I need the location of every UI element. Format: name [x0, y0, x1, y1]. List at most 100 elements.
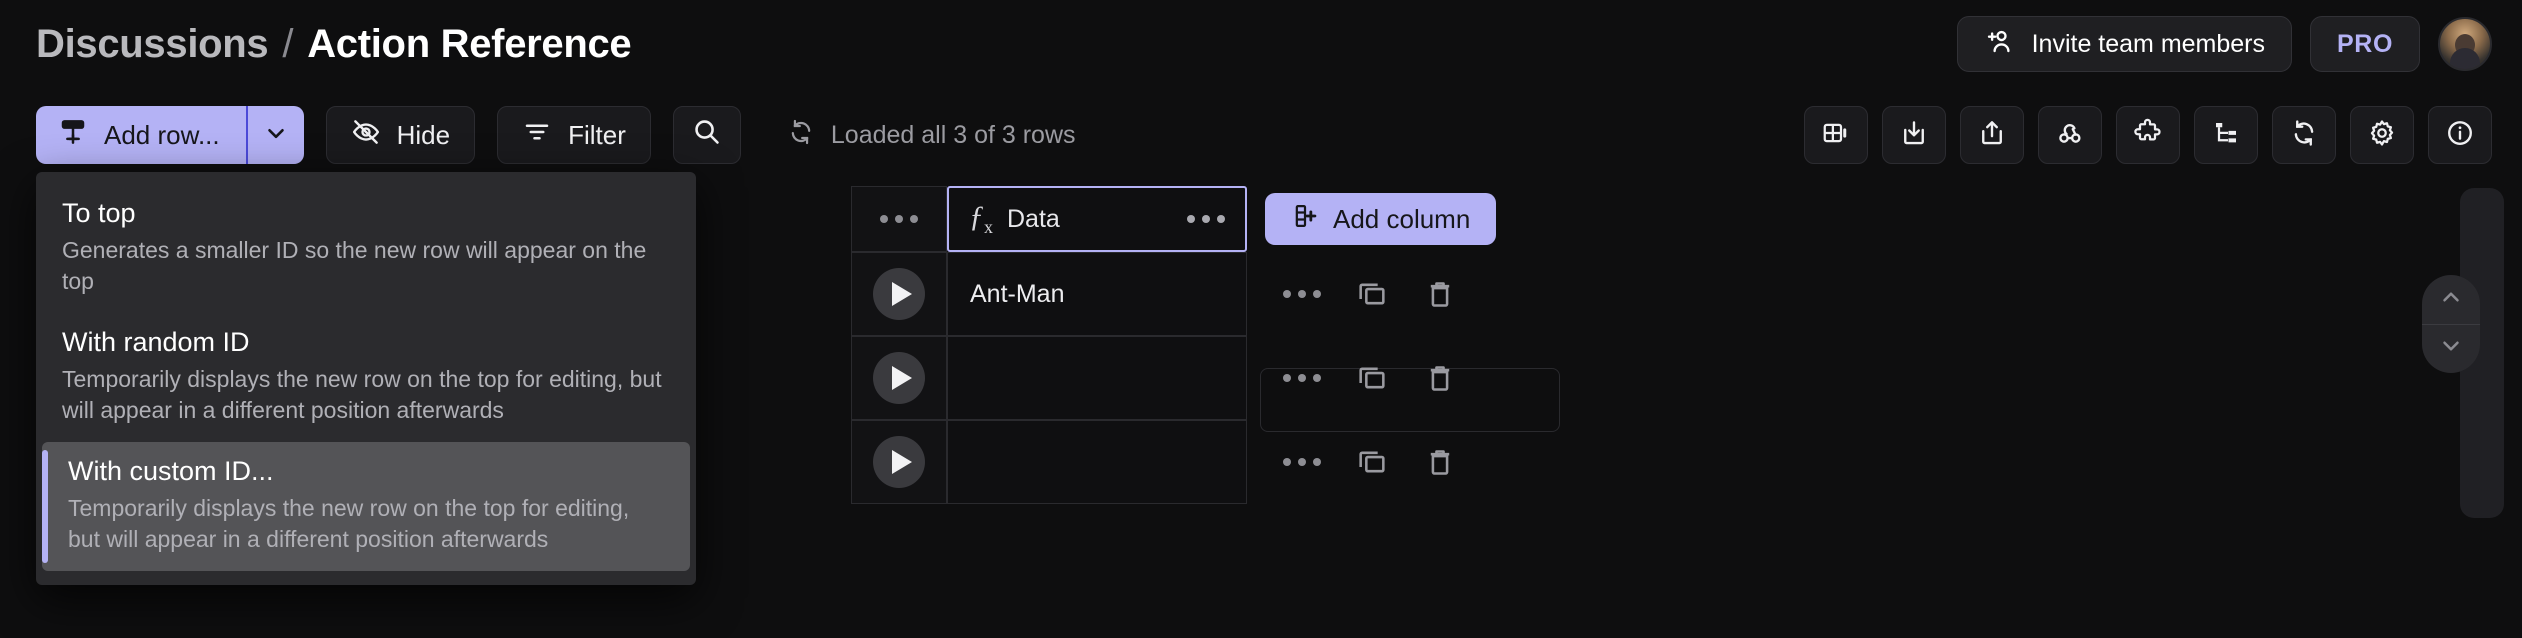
table-row: Ant-Man — [851, 252, 1496, 336]
duplicate-row-icon[interactable] — [1355, 277, 1389, 311]
breadcrumb-separator: / — [282, 22, 293, 67]
filter-label: Filter — [568, 120, 626, 151]
row-header-options-button[interactable] — [851, 186, 947, 252]
column-menu-icon[interactable] — [1187, 215, 1225, 223]
add-row-icon — [58, 117, 88, 154]
filter-button[interactable]: Filter — [497, 106, 651, 164]
gear-icon — [2367, 118, 2397, 153]
row-more-icon[interactable] — [1283, 458, 1321, 466]
duplicate-row-icon[interactable] — [1355, 361, 1389, 395]
play-button[interactable] — [873, 436, 925, 488]
loaded-status-label: Loaded all 3 of 3 rows — [831, 121, 1076, 150]
eye-off-icon — [351, 117, 381, 154]
delete-row-icon[interactable] — [1423, 277, 1457, 311]
menu-item-with-random-id[interactable]: With random ID Temporarily displays the … — [36, 313, 696, 442]
menu-item-description: Temporarily displays the new row on the … — [62, 364, 670, 426]
play-button[interactable] — [873, 352, 925, 404]
column-header-data[interactable]: ƒx Data — [947, 186, 1247, 252]
import-icon — [1899, 118, 1929, 153]
row-expand-cell — [851, 252, 947, 336]
avatar[interactable] — [2438, 17, 2492, 71]
table-row — [851, 420, 1496, 504]
add-column-button[interactable]: Add column — [1265, 193, 1496, 245]
breadcrumb: Discussions / Action Reference — [36, 22, 631, 67]
search-button[interactable] — [673, 106, 741, 164]
play-icon — [892, 366, 912, 390]
table-header-row: ƒx Data Add column — [851, 186, 1496, 252]
hierarchy-icon — [2211, 118, 2241, 153]
delete-row-icon[interactable] — [1423, 445, 1457, 479]
row-more-icon[interactable] — [1283, 290, 1321, 298]
add-person-icon — [1984, 26, 2014, 63]
import-icon-button[interactable] — [1882, 106, 1946, 164]
menu-item-to-top[interactable]: To top Generates a smaller ID so the new… — [36, 184, 696, 313]
sync-icon-button[interactable] — [2272, 106, 2336, 164]
info-icon — [2445, 118, 2475, 153]
info-icon-button[interactable] — [2428, 106, 2492, 164]
table-view-icon-button[interactable] — [1804, 106, 1868, 164]
add-row-group: Add row... — [36, 106, 304, 164]
scroll-down-button[interactable] — [2422, 324, 2480, 374]
add-row-label: Add row... — [104, 120, 220, 151]
menu-item-description: Generates a smaller ID so the new row wi… — [62, 235, 670, 297]
breadcrumb-current: Action Reference — [307, 22, 631, 67]
cell-data[interactable] — [947, 336, 1247, 420]
menu-item-title: With custom ID... — [68, 456, 664, 487]
formula-icon: ƒx — [969, 200, 993, 238]
add-column-icon — [1291, 202, 1319, 237]
refresh-status-icon — [787, 118, 815, 153]
menu-item-with-custom-id[interactable]: With custom ID... Temporarily displays t… — [42, 442, 690, 571]
row-actions — [1247, 252, 1457, 336]
app-root: Discussions / Action Reference Invite te… — [0, 0, 2522, 638]
row-expand-cell — [851, 420, 947, 504]
chevron-down-icon — [263, 120, 289, 151]
search-icon — [691, 116, 722, 154]
add-row-dropdown-menu: To top Generates a smaller ID so the new… — [36, 172, 696, 585]
ellipsis-icon — [880, 215, 918, 223]
pro-badge-button[interactable]: PRO — [2310, 16, 2420, 72]
header-actions: Invite team members PRO — [1957, 16, 2492, 72]
cell-data[interactable] — [947, 420, 1247, 504]
plugin-icon — [2133, 118, 2163, 153]
hide-button[interactable]: Hide — [326, 106, 475, 164]
duplicate-row-icon[interactable] — [1355, 445, 1389, 479]
table-grid: ƒx Data Add column — [851, 186, 1496, 504]
export-icon — [1977, 118, 2007, 153]
play-button[interactable] — [873, 268, 925, 320]
menu-item-title: To top — [62, 198, 670, 229]
column-header-label: Data — [1007, 205, 1060, 234]
breadcrumb-parent[interactable]: Discussions — [36, 22, 268, 67]
filter-icon — [522, 117, 552, 154]
chevron-up-icon — [2438, 284, 2464, 315]
pro-label: PRO — [2337, 30, 2393, 59]
webhook-icon-button[interactable] — [2038, 106, 2102, 164]
row-actions — [1247, 420, 1457, 504]
add-row-button[interactable]: Add row... — [36, 106, 246, 164]
export-icon-button[interactable] — [1960, 106, 2024, 164]
hierarchy-icon-button[interactable] — [2194, 106, 2258, 164]
plugin-icon-button[interactable] — [2116, 106, 2180, 164]
settings-icon-button[interactable] — [2350, 106, 2414, 164]
webhook-icon — [2055, 118, 2085, 153]
scroll-up-button[interactable] — [2422, 275, 2480, 324]
sync-icon — [2289, 118, 2319, 153]
row-expand-cell — [851, 336, 947, 420]
row-more-icon[interactable] — [1283, 374, 1321, 382]
play-icon — [892, 282, 912, 306]
invite-label: Invite team members — [2032, 30, 2265, 59]
column-header-label-group: ƒx Data — [969, 200, 1060, 238]
row-actions — [1247, 336, 1457, 420]
add-row-dropdown-toggle[interactable] — [246, 106, 304, 164]
menu-item-title: With random ID — [62, 327, 670, 358]
table-row — [851, 336, 1496, 420]
page-header: Discussions / Action Reference Invite te… — [0, 0, 2522, 98]
loaded-rows-status: Loaded all 3 of 3 rows — [787, 118, 1076, 153]
delete-row-icon[interactable] — [1423, 361, 1457, 395]
hide-label: Hide — [397, 120, 450, 151]
invite-team-members-button[interactable]: Invite team members — [1957, 16, 2292, 72]
toolbar: Add row... — [0, 98, 2522, 174]
toolbar-right-group — [1804, 106, 2492, 164]
menu-item-description: Temporarily displays the new row on the … — [68, 493, 664, 555]
cell-data[interactable]: Ant-Man — [947, 252, 1247, 336]
add-column-label: Add column — [1333, 204, 1470, 235]
